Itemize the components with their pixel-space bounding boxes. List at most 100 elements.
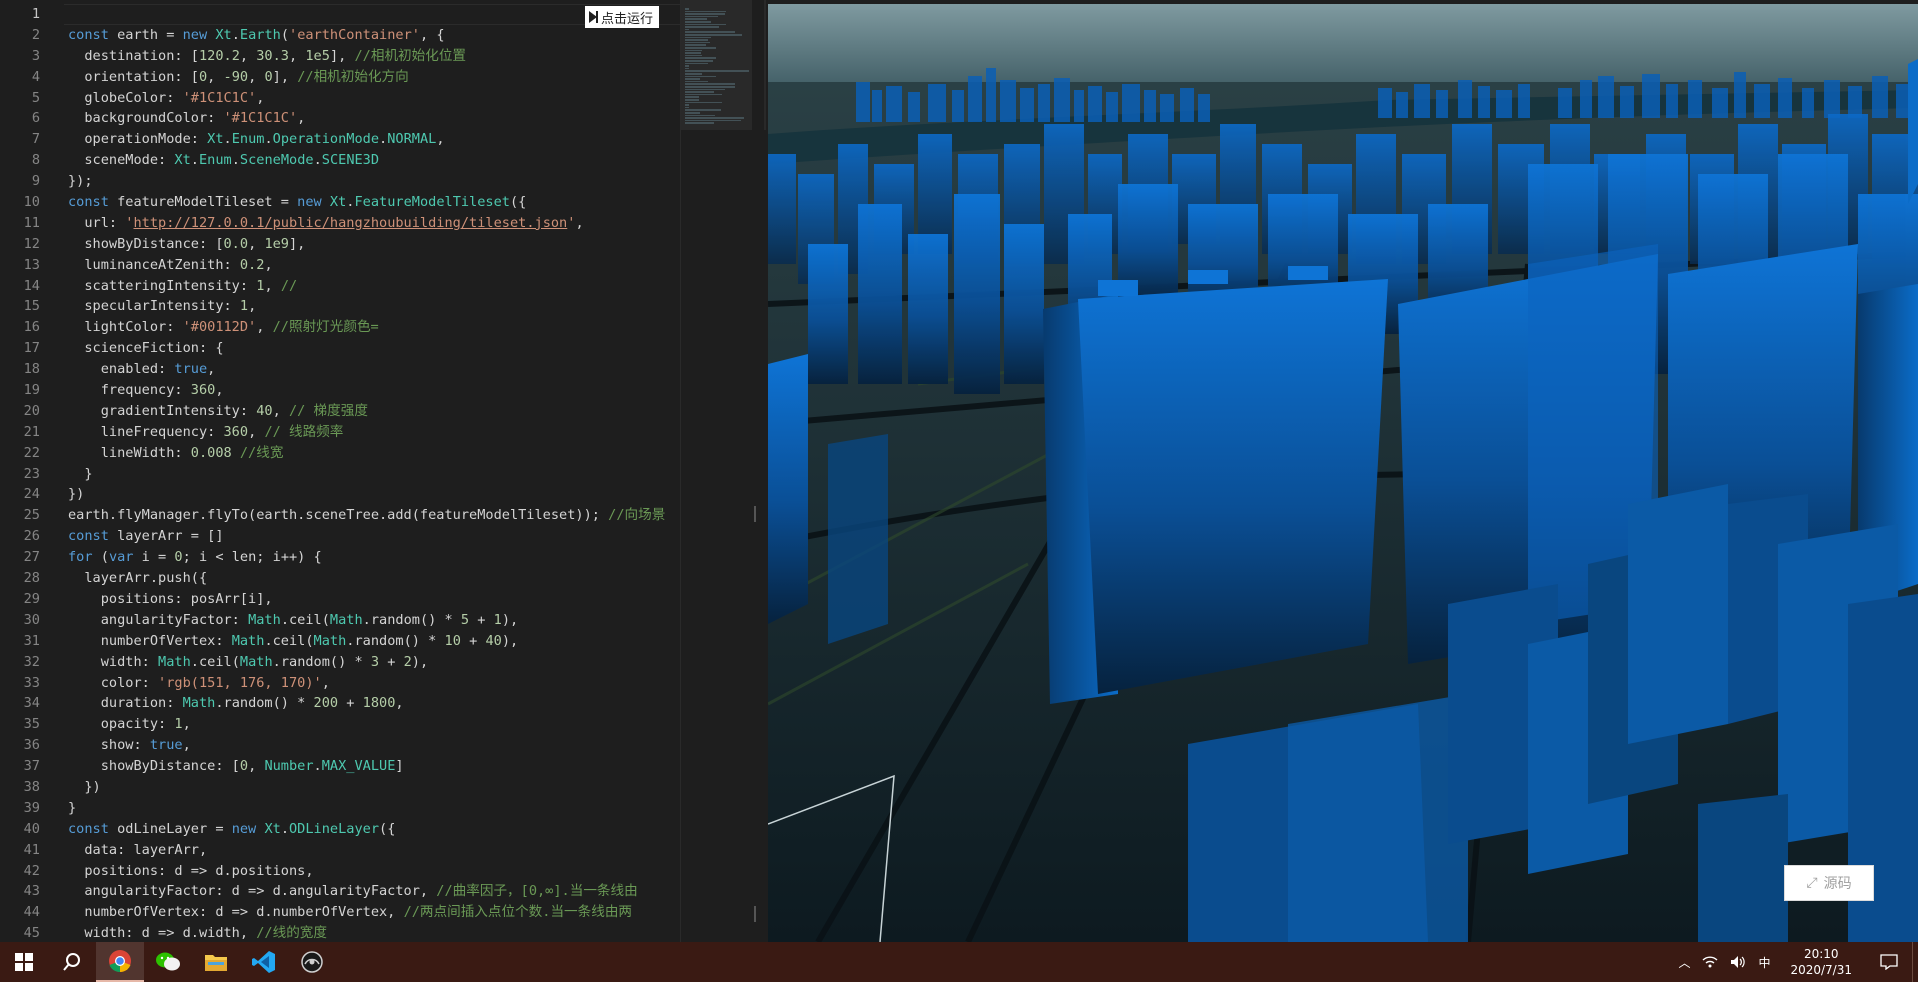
- code-text: lineFrequency: 360, // 线路频率: [68, 423, 344, 440]
- code-line[interactable]: 20 gradientIntensity: 40, // 梯度强度: [0, 401, 680, 422]
- input-method-indicator[interactable]: 中: [1752, 942, 1776, 982]
- code-line[interactable]: 37 showByDistance: [0, Number.MAX_VALUE]: [0, 756, 680, 777]
- code-line[interactable]: 38 }): [0, 777, 680, 798]
- line-number: 40: [23, 820, 40, 837]
- code-text: color: 'rgb(151, 176, 170)',: [68, 674, 330, 691]
- show-hidden-icons-button[interactable]: ︿: [1672, 942, 1696, 982]
- code-line[interactable]: 27 for (var i = 0; i < len; i++) {: [0, 547, 680, 568]
- clock[interactable]: 20:10 2020/7/31: [1776, 942, 1866, 982]
- code-line[interactable]: 24}): [0, 484, 680, 505]
- start-button[interactable]: [0, 942, 48, 982]
- code-line[interactable]: 23 }: [0, 464, 680, 485]
- play-icon: [589, 11, 598, 23]
- line-number: 37: [23, 758, 40, 775]
- code-text: gradientIntensity: 40, // 梯度强度: [68, 402, 368, 419]
- search-button[interactable]: [48, 942, 96, 982]
- code-line[interactable]: 39}: [0, 798, 680, 819]
- code-line[interactable]: 16 lightColor: '#00112D', //照射灯光颜色=: [0, 317, 680, 338]
- code-line[interactable]: 14 scatteringIntensity: 1, //: [0, 276, 680, 297]
- code-line[interactable]: 17 scienceFiction: {: [0, 338, 680, 359]
- chevron-up-icon: ︿: [1678, 955, 1691, 970]
- code-line[interactable]: 12 showByDistance: [0.0, 1e9],: [0, 234, 680, 255]
- code-line[interactable]: 22 lineWidth: 0.008 //线宽: [0, 443, 680, 464]
- volume-button[interactable]: [1724, 942, 1752, 982]
- code-text: globeColor: '#1C1C1C',: [68, 89, 265, 106]
- code-line[interactable]: 19 frequency: 360,: [0, 380, 680, 401]
- run-button[interactable]: 点击运行: [585, 6, 660, 28]
- source-code-button[interactable]: ⤢ 源码: [1784, 865, 1874, 901]
- code-line[interactable]: 4 orientation: [0, -90, 0], //相机初始化方向: [0, 67, 680, 88]
- code-line[interactable]: 1: [0, 4, 700, 25]
- code-line[interactable]: 18 enabled: true,: [0, 359, 680, 380]
- taskbar-chrome[interactable]: [96, 942, 144, 982]
- line-number: 25: [23, 507, 40, 524]
- editor-scrollbar[interactable]: [752, 0, 764, 942]
- minimap-line: [685, 44, 706, 46]
- minimap-line: [685, 70, 749, 72]
- code-line[interactable]: 9});: [0, 171, 680, 192]
- code-line[interactable]: 10 const featureModelTileset = new Xt.Fea…: [0, 192, 680, 213]
- code-line[interactable]: 42 positions: d => d.positions,: [0, 861, 680, 882]
- notification-center-button[interactable]: [1866, 942, 1912, 982]
- minimap-line: [685, 101, 722, 104]
- code-line[interactable]: 13 luminanceAtZenith: 0.2,: [0, 255, 680, 276]
- code-line[interactable]: 29 positions: posArr[i],: [0, 589, 680, 610]
- wechat-icon: [156, 952, 180, 971]
- code-line[interactable]: 35 opacity: 1,: [0, 714, 680, 735]
- minimap-line: [685, 67, 689, 70]
- code-text: }): [68, 778, 101, 795]
- code-line[interactable]: 7 operationMode: Xt.Enum.OperationMode.N…: [0, 129, 680, 150]
- code-line[interactable]: 26 const layerArr = []: [0, 526, 680, 547]
- search-icon: [63, 953, 80, 971]
- line-number: 20: [23, 402, 40, 419]
- code-line[interactable]: 21 lineFrequency: 360, // 线路频率: [0, 422, 680, 443]
- code-text: for (var i = 0; i < len; i++) {: [68, 549, 322, 566]
- taskbar-wechat[interactable]: [144, 942, 192, 982]
- line-number: 2: [31, 26, 40, 43]
- code-line[interactable]: 41 data: layerArr,: [0, 840, 680, 861]
- line-number: 29: [23, 590, 40, 607]
- show-desktop-button[interactable]: [1912, 942, 1918, 982]
- minimap-line: [685, 52, 702, 54]
- taskbar-app[interactable]: [288, 942, 336, 982]
- code-line[interactable]: 36 show: true,: [0, 735, 680, 756]
- code-line[interactable]: 32 width: Math.ceil(Math.random() * 3 + …: [0, 652, 680, 673]
- line-number: 39: [23, 799, 40, 816]
- minimap-line: [685, 8, 689, 10]
- code-editor[interactable]: 1 2 const earth = new Xt.Earth('earthConta…: [0, 0, 766, 942]
- expand-icon: ⤢: [1806, 875, 1818, 891]
- line-number: 26: [23, 528, 40, 545]
- code-text: url: 'http://127.0.0.1/public/hangzhoubu…: [68, 214, 584, 231]
- code-line[interactable]: 2 const earth = new Xt.Earth('earthContai…: [0, 25, 680, 46]
- code-line[interactable]: 45 width: d => d.width, //线的宽度: [0, 923, 680, 942]
- line-number: 38: [23, 778, 40, 795]
- taskbar-vscode[interactable]: [240, 942, 288, 982]
- code-line[interactable]: 6 backgroundColor: '#1C1C1C',: [0, 108, 680, 129]
- minimap-line: [685, 96, 699, 98]
- code-line[interactable]: 11 url: 'http://127.0.0.1/public/hangzho…: [0, 213, 680, 234]
- code-line[interactable]: 8 sceneMode: Xt.Enum.SceneMode.SCENE3D: [0, 150, 680, 171]
- code-lines[interactable]: 1 2 const earth = new Xt.Earth('earthConta…: [0, 4, 700, 942]
- line-number: 28: [23, 570, 40, 587]
- code-text: }: [68, 799, 77, 816]
- code-line[interactable]: 34 duration: Math.random() * 200 + 1800,: [0, 693, 680, 714]
- code-line[interactable]: 33 color: 'rgb(151, 176, 170)',: [0, 673, 680, 694]
- minimap-line: [685, 28, 689, 31]
- code-line[interactable]: 25 earth.flyManager.flyTo(earth.sceneTree…: [0, 505, 680, 526]
- line-number: 24: [23, 486, 40, 503]
- earth-3d-viewport[interactable]: ⤢ 源码: [768, 4, 1918, 942]
- network-button[interactable]: [1696, 942, 1724, 982]
- taskbar-file-explorer[interactable]: [192, 942, 240, 982]
- code-line[interactable]: 44 numberOfVertex: d => d.numberOfVertex…: [0, 902, 680, 923]
- code-line[interactable]: 15 specularIntensity: 1,: [0, 296, 680, 317]
- code-line[interactable]: 30 angularityFactor: Math.ceil(Math.rand…: [0, 610, 680, 631]
- code-line[interactable]: 28 layerArr.push({: [0, 568, 680, 589]
- code-text: specularIntensity: 1,: [68, 298, 257, 315]
- code-line[interactable]: 3 destination: [120.2, 30.3, 1e5], //相机初…: [0, 46, 680, 67]
- code-line[interactable]: 40 const odLineLayer = new Xt.ODLineLayer…: [0, 819, 680, 840]
- code-line[interactable]: 5 globeColor: '#1C1C1C',: [0, 88, 680, 109]
- code-line[interactable]: 43 angularityFactor: d => d.angularityFa…: [0, 881, 680, 902]
- line-number: 42: [23, 862, 40, 879]
- code-line[interactable]: 31 numberOfVertex: Math.ceil(Math.random…: [0, 631, 680, 652]
- minimap-line: [685, 62, 708, 65]
